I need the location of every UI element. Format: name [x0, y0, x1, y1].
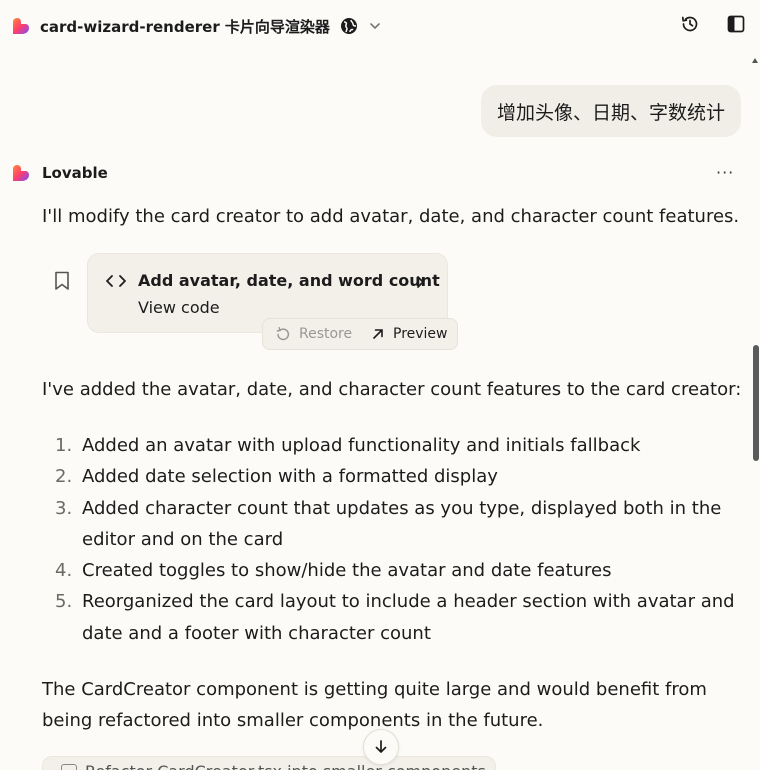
- lovable-avatar-icon: [12, 163, 32, 183]
- globe-icon[interactable]: [340, 17, 358, 35]
- lovable-logo-icon: [12, 16, 32, 36]
- list-item: 5. Reorganized the card layout to includ…: [42, 586, 742, 649]
- user-message-bubble: 增加头像、日期、字数统计: [480, 85, 741, 137]
- assistant-intro: I'll modify the card creator to add avat…: [42, 206, 740, 227]
- restore-label: Restore: [299, 326, 353, 342]
- scroll-to-bottom-button[interactable]: [363, 729, 399, 765]
- refactor-suggestion-card[interactable]: Refactor CardCreator.tsx into smaller co…: [42, 756, 496, 770]
- feature-list: 1. Added an avatar with upload functiona…: [42, 430, 742, 649]
- list-number: 1.: [55, 435, 73, 456]
- chevron-right-icon[interactable]: [413, 274, 427, 290]
- code-card-actions: Restore Preview: [262, 318, 458, 350]
- view-code-link[interactable]: View code: [138, 298, 220, 317]
- arrow-up-right-icon: [373, 329, 383, 339]
- code-card-title: Add avatar, date, and word count: [138, 271, 440, 290]
- list-number: 3.: [55, 497, 73, 519]
- arrow-down-icon: [375, 740, 387, 753]
- sidebar-toggle-icon[interactable]: [726, 14, 746, 34]
- list-item: 3. Added character count that updates as…: [42, 493, 742, 556]
- restore-button[interactable]: Restore: [275, 326, 352, 342]
- list-number: 2.: [55, 466, 73, 488]
- header-actions: [680, 14, 746, 34]
- project-title[interactable]: card-wizard-renderer 卡片向导渲染器: [40, 16, 330, 37]
- scrollbar-thumb[interactable]: [753, 345, 759, 461]
- list-number: 4.: [55, 560, 73, 582]
- more-options-button[interactable]: ···: [716, 163, 734, 182]
- list-item: 1. Added an avatar with upload functiona…: [42, 430, 742, 461]
- list-text: Added an avatar with upload functionalit…: [82, 435, 641, 456]
- assistant-name: Lovable: [42, 164, 108, 182]
- bookmark-icon[interactable]: [53, 271, 71, 291]
- list-number: 5.: [55, 591, 73, 613]
- checkbox-icon[interactable]: [61, 764, 77, 770]
- list-item: 2. Added date selection with a formatted…: [42, 461, 742, 492]
- top-bar: card-wizard-renderer 卡片向导渲染器: [0, 0, 760, 52]
- preview-button[interactable]: Preview: [371, 326, 448, 342]
- list-text: Created toggles to show/hide the avatar …: [82, 560, 612, 582]
- assistant-header: Lovable: [12, 163, 108, 183]
- refactor-suggestion-text: Refactor CardCreator.tsx into smaller co…: [85, 762, 486, 770]
- assistant-summary: I've added the avatar, date, and charact…: [42, 379, 742, 400]
- list-text: Added date selection with a formatted di…: [82, 466, 498, 488]
- list-text: Reorganized the card layout to include a…: [82, 591, 735, 644]
- list-text: Added character count that updates as yo…: [82, 497, 722, 550]
- chevron-down-icon[interactable]: [368, 19, 382, 33]
- restore-icon: [276, 327, 290, 341]
- assistant-closing: The CardCreator component is getting qui…: [42, 679, 707, 731]
- scroll-up-arrow-icon[interactable]: [752, 58, 758, 63]
- list-item: 4. Created toggles to show/hide the avat…: [42, 555, 742, 586]
- preview-label: Preview: [393, 326, 448, 342]
- history-icon[interactable]: [680, 14, 700, 34]
- code-icon: [105, 273, 127, 289]
